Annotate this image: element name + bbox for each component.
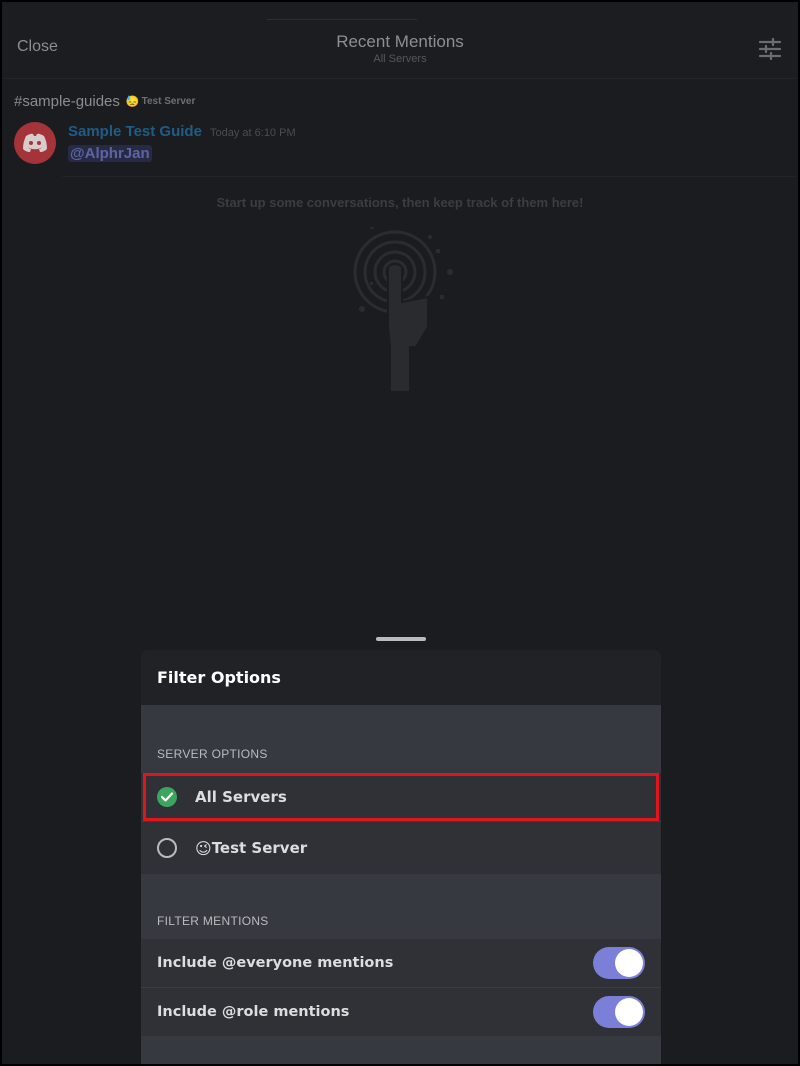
sliders-icon[interactable]	[758, 38, 782, 60]
message-timestamp: Today at 6:10 PM	[210, 127, 296, 139]
server-options-list: All Servers 😉 Test Server	[141, 773, 661, 874]
top-grabber	[267, 19, 417, 20]
toggle-label: Include @role mentions	[157, 1004, 350, 1020]
empty-state-message: Start up some conversations, then keep t…	[216, 195, 584, 210]
recent-mentions-screen: Close Recent Mentions All Servers #sampl…	[2, 2, 798, 1064]
toggle-row-everyone[interactable]: Include @everyone mentions	[141, 939, 661, 987]
mention-channel-line[interactable]: #sample-guides 😓 Test Server	[14, 93, 195, 110]
server-tag: 😓 Test Server	[126, 95, 195, 108]
divider	[62, 176, 798, 177]
server-option-label: All Servers	[195, 788, 287, 806]
user-mention[interactable]: @AlphrJan	[68, 145, 152, 162]
channel-name: #sample-guides	[14, 93, 120, 110]
radio-empty-icon	[157, 838, 177, 858]
page-subtitle: All Servers	[373, 53, 427, 65]
page-title: Recent Mentions	[336, 32, 464, 51]
server-option-test-server[interactable]: 😉 Test Server	[141, 821, 661, 874]
toggle-knob	[615, 949, 643, 977]
check-circle-icon	[157, 787, 177, 807]
header: Close Recent Mentions All Servers	[2, 2, 798, 79]
sheet-drag-handle[interactable]	[376, 637, 426, 641]
toggle-row-role[interactable]: Include @role mentions	[141, 987, 661, 1036]
role-mentions-toggle[interactable]	[593, 996, 645, 1028]
server-emoji-icon: 😓	[125, 96, 140, 108]
avatar[interactable]	[14, 122, 56, 164]
filter-mentions-list: Include @everyone mentions Include @role…	[141, 939, 661, 1036]
toggle-label: Include @everyone mentions	[157, 955, 394, 971]
filter-options-sheet: Filter Options SERVER OPTIONS All Server…	[141, 650, 661, 1064]
finger-tap-icon	[353, 227, 453, 392]
filter-mentions-label: FILTER MENTIONS	[157, 914, 269, 928]
sheet-title: Filter Options	[141, 650, 661, 705]
toggle-knob	[615, 998, 643, 1026]
server-option-all-servers[interactable]: All Servers	[141, 773, 661, 821]
discord-logo-icon	[23, 133, 47, 152]
server-option-label: Test Server	[211, 839, 308, 857]
server-option-emoji-icon: 😉	[195, 838, 212, 858]
author-name[interactable]: Sample Test Guide	[68, 123, 202, 140]
server-options-label: SERVER OPTIONS	[157, 747, 268, 761]
everyone-mentions-toggle[interactable]	[593, 947, 645, 979]
server-name: Test Server	[141, 96, 196, 107]
